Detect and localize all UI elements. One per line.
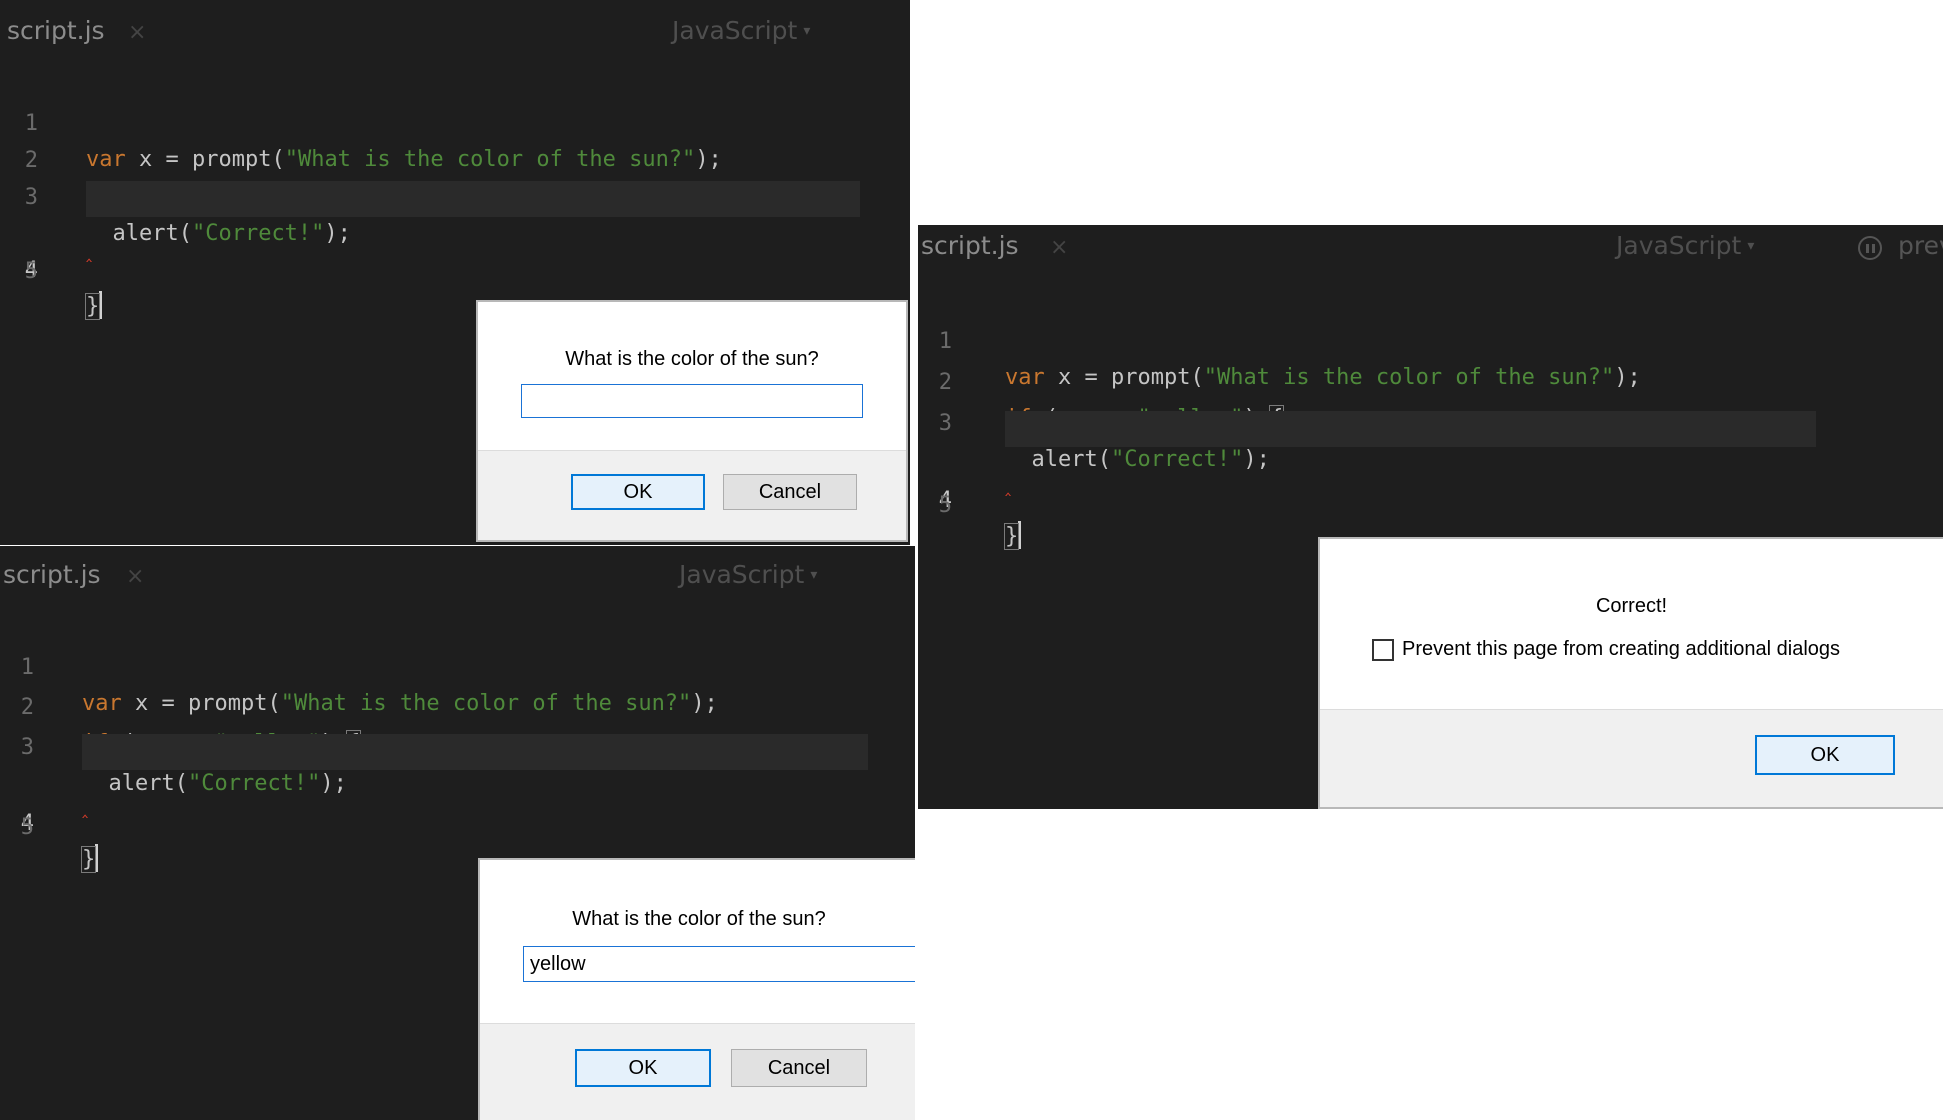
language-label: JavaScript — [1616, 231, 1742, 260]
cancel-button[interactable]: Cancel — [731, 1049, 867, 1087]
cancel-button[interactable]: Cancel — [723, 474, 857, 510]
language-selector[interactable]: JavaScript ▾ — [1616, 231, 1754, 260]
line-number: 5 — [24, 259, 38, 284]
prevent-dialogs-checkbox[interactable] — [1372, 639, 1394, 661]
active-line-highlight — [1005, 411, 1816, 447]
prompt-message: What is the color of the sun? — [572, 908, 826, 930]
file-tab[interactable]: script.js — [3, 560, 101, 589]
code-line: 2 if (x === "yellow") { — [918, 329, 1943, 432]
code-text: } — [80, 842, 99, 878]
code-text: } — [84, 289, 103, 325]
chevron-down-icon: ▾ — [810, 567, 818, 583]
error-marker-icon: ‸ — [86, 242, 93, 263]
file-tab[interactable]: script.js — [7, 16, 105, 45]
language-label: JavaScript — [672, 16, 798, 45]
close-tab-icon[interactable]: × — [1050, 235, 1068, 260]
file-tab[interactable]: script.js — [921, 231, 1019, 260]
alert-dialog: Correct! Prevent this page from creating… — [1318, 537, 1943, 809]
code-text: } — [1003, 519, 1022, 555]
preview-button[interactable]: prev — [1898, 231, 1943, 260]
tab-bar: script.js × JavaScript ▾ prev — [918, 225, 1943, 287]
text-cursor — [99, 291, 103, 319]
pause-icon[interactable] — [1858, 236, 1882, 260]
code-line: 5 — [918, 452, 1943, 518]
code-line-active: 4 } — [0, 181, 910, 320]
code-line-active: 4 } — [0, 734, 915, 873]
code-line: 5 — [0, 774, 915, 840]
error-marker-icon: ‸ — [82, 798, 89, 819]
code-line: 5 — [0, 218, 910, 284]
code-line: 3 alert("Correct!"); — [0, 144, 910, 246]
active-line-highlight — [82, 734, 868, 770]
code-line: 2 if (x === "yellow") { — [0, 654, 915, 757]
dialog-footer: OK — [1320, 709, 1943, 807]
line-number: 5 — [20, 815, 34, 840]
prompt-input[interactable] — [521, 384, 863, 418]
language-selector[interactable]: JavaScript ▾ — [672, 16, 810, 45]
matched-bracket: } — [80, 846, 97, 873]
ok-button[interactable]: OK — [571, 474, 705, 510]
line-number: 5 — [938, 493, 952, 518]
close-tab-icon[interactable]: × — [128, 20, 146, 45]
active-line-highlight — [86, 181, 860, 217]
text-cursor — [95, 844, 99, 872]
language-label: JavaScript — [679, 560, 805, 589]
editor-panel-bottom-left: script.js × JavaScript ▾ 1 var x = prompt… — [0, 546, 915, 1120]
matched-bracket: } — [1003, 523, 1020, 550]
code-line: 3 alert("Correct!"); — [0, 694, 915, 796]
error-marker-icon: ‸ — [1005, 476, 1012, 497]
prompt-dialog: What is the color of the sun? OK Cancel — [476, 300, 908, 542]
code-line: 3 alert("Correct!"); — [918, 370, 1943, 472]
code-line-active: 4 } — [918, 411, 1943, 550]
matched-bracket: } — [84, 293, 101, 320]
tab-bar: script.js × JavaScript ▾ — [0, 546, 915, 608]
code-line: 1 var x = prompt("What is the color of t… — [0, 614, 915, 716]
language-selector[interactable]: JavaScript ▾ — [679, 560, 817, 589]
prompt-dialog: What is the color of the sun? OK Cancel — [478, 858, 915, 1120]
dialog-footer: OK Cancel — [480, 1023, 915, 1120]
dialog-footer: OK Cancel — [478, 450, 906, 540]
prevent-dialogs-label: Prevent this page from creating addition… — [1402, 638, 1841, 660]
code-line: 1 var x = prompt("What is the color of t… — [0, 70, 910, 172]
editor-panel-right: script.js × JavaScript ▾ prev 1 var x = p… — [918, 225, 1943, 809]
close-tab-icon[interactable]: × — [126, 564, 144, 589]
prompt-input[interactable] — [523, 946, 915, 982]
editor-panel-top-left: script.js × JavaScript ▾ 1 var x = prompt… — [0, 0, 910, 545]
text-cursor — [1018, 521, 1022, 549]
ok-button[interactable]: OK — [1755, 735, 1895, 775]
prompt-message: What is the color of the sun? — [565, 348, 819, 370]
code-line: 1 var x = prompt("What is the color of t… — [918, 288, 1943, 390]
chevron-down-icon: ▾ — [803, 23, 811, 39]
tab-bar: script.js × JavaScript ▾ — [0, 0, 910, 62]
ok-button[interactable]: OK — [575, 1049, 711, 1087]
code-line: 2 if (x === "yellow") { — [0, 107, 910, 210]
alert-message: Correct! — [1595, 595, 1668, 617]
chevron-down-icon: ▾ — [1747, 238, 1755, 254]
